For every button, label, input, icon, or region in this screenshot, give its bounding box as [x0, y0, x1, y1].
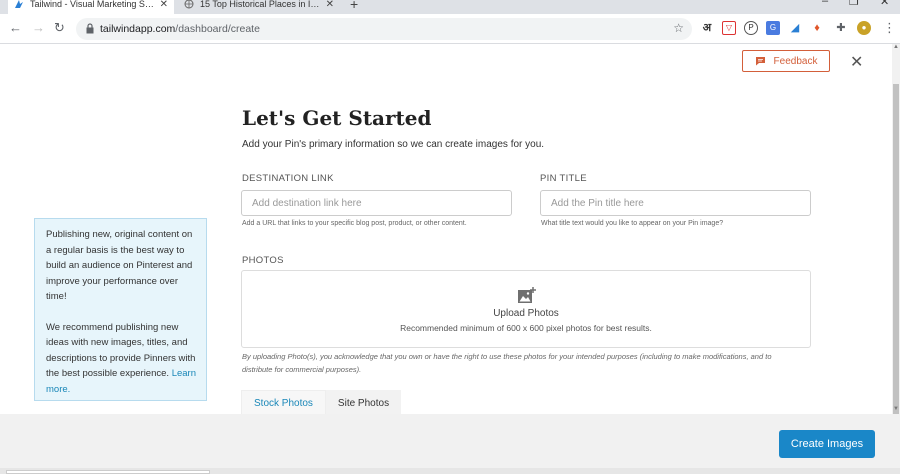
browser-tab-historical-places[interactable]: 15 Top Historical Places in India ✕: [178, 0, 340, 14]
url-text: tailwindapp.com/dashboard/create: [100, 23, 260, 35]
info-paragraph: We recommend publishing new ideas with n…: [46, 321, 197, 395]
photo-source-tabs: Stock Photos Site Photos: [241, 390, 402, 416]
tab-site-photos[interactable]: Site Photos: [325, 390, 402, 416]
tailwind-logo-icon: [15, 0, 23, 8]
action-footer: Create Images: [0, 414, 900, 468]
reload-button[interactable]: ↻: [54, 20, 65, 36]
scrollbar-thumb[interactable]: [893, 84, 899, 414]
scroll-up-arrow-icon[interactable]: ▲: [892, 44, 900, 50]
close-icon[interactable]: ✕: [850, 52, 863, 72]
page-scrollbar[interactable]: ▲ ▼: [892, 44, 900, 414]
pin-title-input[interactable]: Add the Pin title here: [540, 190, 811, 216]
destination-link-label: DESTINATION LINK: [242, 173, 334, 184]
forward-button[interactable]: →: [32, 20, 45, 35]
new-tab-button[interactable]: +: [350, 0, 358, 12]
tailwind-extension-icon[interactable]: ◢: [788, 21, 802, 35]
back-button[interactable]: ←: [9, 20, 22, 35]
tab-title: Tailwind - Visual Marketing Suite: [30, 0, 156, 9]
minimize-window-button[interactable]: –: [822, 0, 828, 7]
pin-title-label: PIN TITLE: [540, 173, 587, 184]
address-bar[interactable]: tailwindapp.com/dashboard/create ☆: [76, 18, 692, 40]
page-title: Let's Get Started: [242, 106, 432, 130]
taskbar-strip: [0, 468, 900, 474]
browser-toolbar: ← → ↻ tailwindapp.com/dashboard/create ☆…: [0, 14, 900, 44]
chat-bubble-icon: [755, 57, 765, 66]
feedback-label: Feedback: [773, 55, 818, 67]
upload-photos-recommendation: Recommended minimum of 600 x 600 pixel p…: [400, 323, 652, 333]
scroll-down-arrow-icon[interactable]: ▼: [892, 406, 900, 412]
restore-window-button[interactable]: ❐: [849, 0, 859, 8]
page-subtitle: Add your Pin's primary information so we…: [242, 139, 545, 150]
lock-icon: [86, 23, 94, 34]
puzzle-extensions-icon[interactable]: ✚: [834, 21, 848, 35]
pinterest-extension-icon[interactable]: P: [744, 21, 758, 35]
create-images-button[interactable]: Create Images: [779, 430, 875, 458]
browser-tab-strip: Tailwind - Visual Marketing Suite ✕ 15 T…: [0, 0, 900, 14]
upload-photos-dropzone[interactable]: Upload Photos Recommended minimum of 600…: [241, 270, 811, 348]
upload-photos-title: Upload Photos: [493, 308, 559, 319]
photos-label: PHOTOS: [242, 255, 284, 266]
bookmark-star-icon[interactable]: ☆: [673, 21, 684, 35]
info-paragraph: Publishing new, original content on a re…: [46, 229, 193, 302]
create-page: Feedback ✕ Let's Get Started Add your Pi…: [0, 44, 892, 416]
globe-favicon-icon: [184, 0, 194, 9]
translate-extension-icon[interactable]: G: [766, 21, 780, 35]
pin-title-hint: What title text would you like to appear…: [541, 220, 724, 227]
profile-avatar-icon[interactable]: ●: [857, 21, 871, 35]
taskbar-item: [6, 470, 210, 474]
close-tab-icon[interactable]: ✕: [326, 0, 334, 10]
hindi-extension-icon[interactable]: अ: [700, 21, 714, 35]
tab-stock-photos[interactable]: Stock Photos: [241, 390, 326, 416]
browser-tab-tailwind[interactable]: Tailwind - Visual Marketing Suite ✕: [8, 0, 174, 14]
honey-extension-icon[interactable]: ♦: [810, 21, 824, 35]
add-photo-icon: [518, 287, 536, 303]
info-tip-box: Publishing new, original content on a re…: [34, 218, 207, 401]
upload-disclaimer: By uploading Photo(s), you acknowledge t…: [242, 352, 772, 374]
feedback-button[interactable]: Feedback: [742, 50, 830, 72]
destination-link-hint: Add a URL that links to your specific bl…: [242, 220, 467, 227]
destination-link-input[interactable]: Add destination link here: [241, 190, 512, 216]
close-window-button[interactable]: ✕: [880, 0, 889, 8]
pocket-extension-icon[interactable]: ▽: [722, 21, 736, 35]
browser-menu-button[interactable]: ⋮: [883, 20, 896, 36]
tab-title: 15 Top Historical Places in India: [200, 0, 322, 9]
close-tab-icon[interactable]: ✕: [160, 0, 168, 10]
